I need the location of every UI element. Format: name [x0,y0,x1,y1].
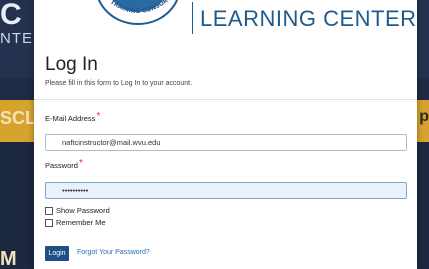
password-label: Password* [45,158,83,171]
brand-divider [192,2,193,34]
password-required-mark: * [78,158,83,169]
background-bottom-text: M [0,248,17,269]
remember-me-row[interactable]: Remember Me [45,218,106,227]
email-label-text: E-Mail Address [45,114,96,123]
background-band-text-left: SCL [0,108,36,128]
password-value: •••••••••• [62,186,89,195]
login-modal: TRAINING CONSORTIUM LEARNING CENTER Log … [34,0,417,269]
show-password-checkbox[interactable] [45,206,53,215]
brand-title: LEARNING CENTER [200,6,417,31]
remember-me-label: Remember Me [56,218,106,227]
login-button[interactable]: Login [45,246,69,261]
password-label-text: Password [45,161,78,170]
remember-me-checkbox[interactable] [45,218,53,227]
background-logo-text: C [0,0,22,31]
header-divider [34,99,417,100]
forgot-password-link[interactable]: Forgot Your Password? [77,249,150,256]
password-field[interactable]: •••••••••• [45,182,407,199]
seal-logo-icon: TRAINING CONSORTIUM [94,0,179,25]
background-band-text-right: p [419,108,429,125]
email-field[interactable] [45,134,407,151]
background-logo-subtext: NTE [0,30,33,47]
page-subtitle: Please fill in this form to Log In to yo… [45,80,193,87]
page-title: Log In [45,54,98,75]
email-label: E-Mail Address* [45,111,101,124]
email-required-mark: * [96,111,101,122]
brand-header: TRAINING CONSORTIUM LEARNING CENTER [34,0,417,48]
show-password-row[interactable]: Show Password [45,206,110,215]
show-password-label: Show Password [56,206,110,215]
